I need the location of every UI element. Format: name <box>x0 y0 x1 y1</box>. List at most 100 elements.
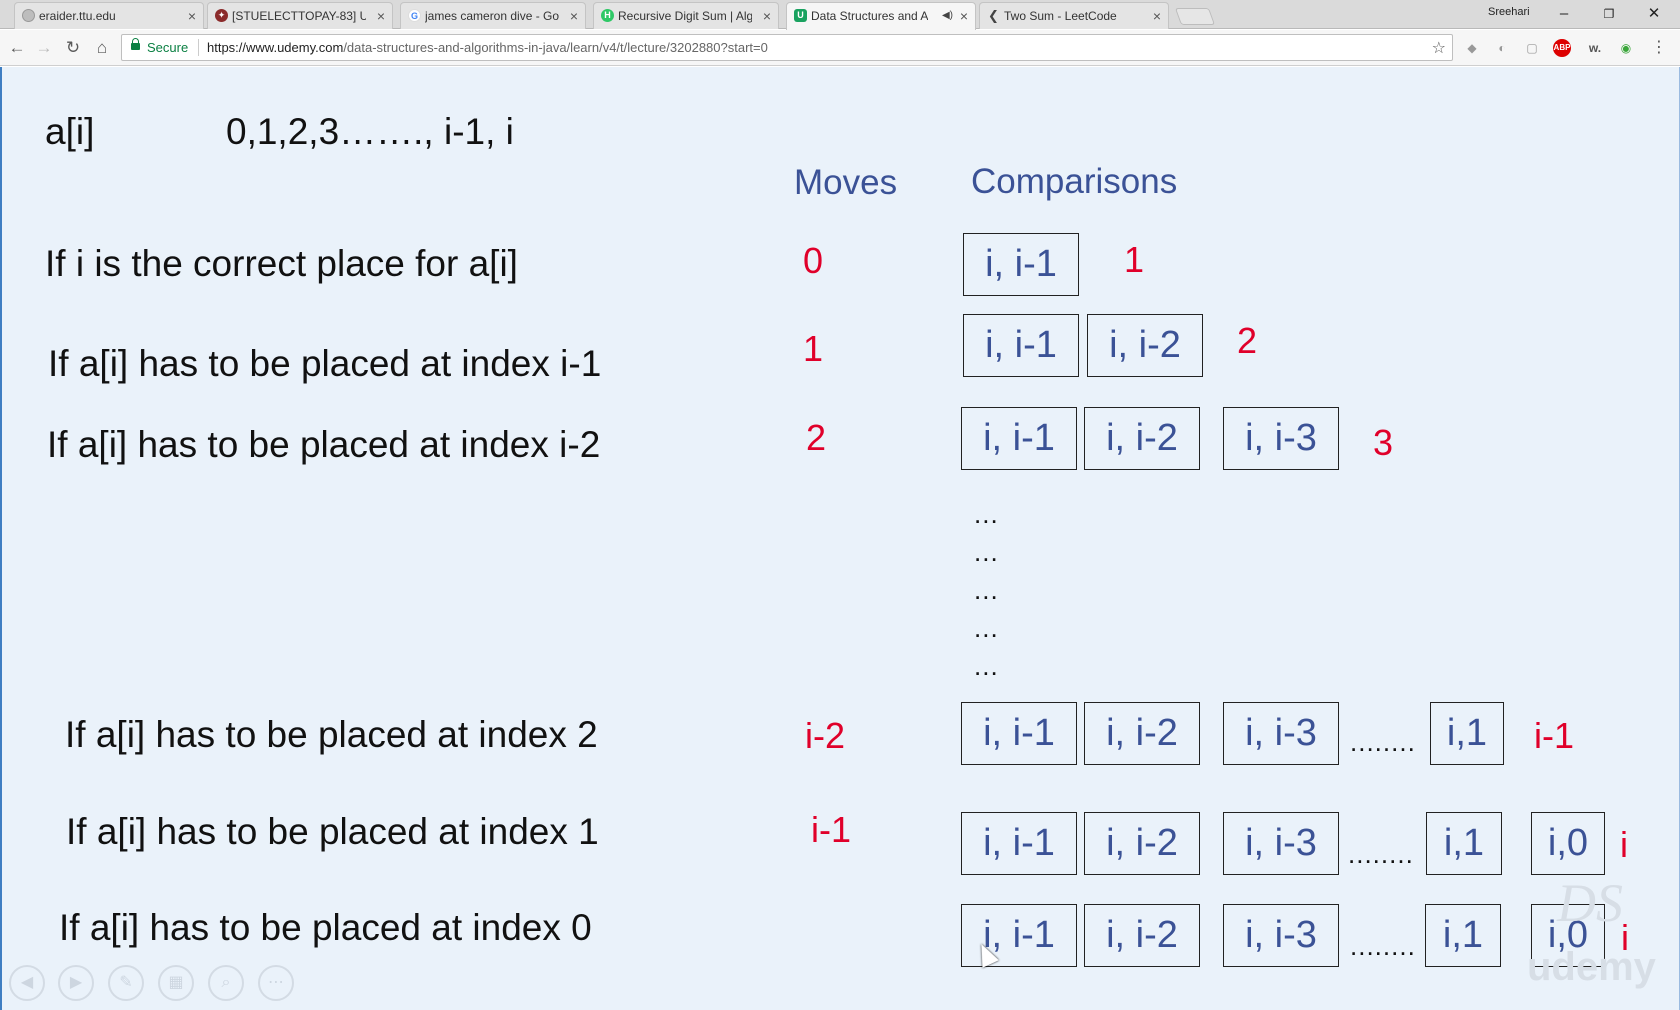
moves-value: 1 <box>803 328 824 369</box>
comparison-box: i,1 <box>1430 702 1504 765</box>
bookmark-star-icon[interactable]: ☆ <box>1432 38 1446 58</box>
slide-title: a[i] <box>45 111 95 152</box>
comparison-box: i, i-2 <box>1087 314 1203 377</box>
tab-jira[interactable]: ✦ [STUELECTTOPAY-83] Us × <box>207 2 393 29</box>
row-text: If a[i] has to be placed at index 2 <box>65 714 598 755</box>
close-icon[interactable]: × <box>188 3 196 29</box>
new-tab-button[interactable] <box>1174 8 1216 25</box>
comparison-box: i, i-1 <box>961 407 1077 470</box>
comparison-box: i, i-1 <box>961 702 1077 765</box>
extension-icon[interactable]: ◆ <box>1463 39 1481 57</box>
moves-value: i-1 <box>811 809 852 850</box>
profile-name[interactable]: Sreehari <box>1488 6 1530 18</box>
leetcode-favicon: ❮ <box>988 8 999 23</box>
tab-hackerrank[interactable]: H Recursive Digit Sum | Alg × <box>593 2 779 29</box>
ellipsis: ........ <box>1348 839 1414 869</box>
close-icon[interactable]: × <box>960 3 968 29</box>
moves-header: Moves <box>794 163 898 202</box>
ellipsis: ........ <box>1350 931 1416 961</box>
course-logo-watermark: DS <box>1557 873 1623 933</box>
comparison-count: i-1 <box>1534 715 1575 756</box>
play-icon[interactable]: ▶ <box>58 965 94 1001</box>
comparison-box: i, i-3 <box>1223 702 1339 765</box>
extension-icon[interactable]: ▢ <box>1523 39 1541 57</box>
hackerrank-favicon: H <box>601 9 614 22</box>
prev-icon[interactable]: ◀ <box>9 965 45 1001</box>
comparison-box: i, i-3 <box>1223 407 1339 470</box>
speaker-icon[interactable]: ◀) <box>942 3 953 29</box>
jira-favicon: ✦ <box>215 9 228 22</box>
adblock-icon[interactable]: ABP <box>1553 39 1571 57</box>
tab-title: eraider.ttu.edu <box>39 9 116 23</box>
ellipsis: ... <box>974 613 999 643</box>
comparison-box: i, i-2 <box>1084 407 1200 470</box>
lecture-slide: a[i] 0,1,2,3……., i-1, i Moves Comparison… <box>0 67 1680 1010</box>
gallery-icon[interactable]: ▦ <box>158 965 194 1001</box>
moves-value: i-2 <box>805 715 846 756</box>
minimize-icon[interactable]: – <box>1542 2 1586 26</box>
comparison-box: i,0 <box>1531 812 1605 875</box>
tab-title: james cameron dive - Go <box>425 9 559 23</box>
reload-icon[interactable]: ↻ <box>61 36 85 60</box>
tab-eraider[interactable]: eraider.ttu.edu × <box>14 2 204 29</box>
more-icon[interactable]: ⋯ <box>258 965 294 1001</box>
ttu-favicon <box>22 9 35 22</box>
comparison-count: i <box>1620 824 1628 865</box>
tab-google[interactable]: G james cameron dive - Go × <box>400 2 586 29</box>
ellipsis: ........ <box>1350 727 1416 757</box>
close-icon[interactable]: × <box>377 3 385 29</box>
pen-icon[interactable]: ✎ <box>108 965 144 1001</box>
udemy-favicon: U <box>794 9 807 22</box>
comparison-box: i,1 <box>1425 904 1501 967</box>
secure-label: Secure <box>147 40 189 55</box>
home-icon[interactable]: ⌂ <box>90 36 114 60</box>
tab-title: Two Sum - LeetCode <box>1004 9 1117 23</box>
lock-icon <box>131 38 140 50</box>
ellipsis: ... <box>974 651 999 681</box>
forward-icon[interactable]: → <box>32 36 56 60</box>
tab-title: Recursive Digit Sum | Alg <box>618 9 752 23</box>
comparison-count: 1 <box>1124 239 1145 280</box>
ellipsis: ... <box>974 537 999 567</box>
index-sequence: 0,1,2,3……., i-1, i <box>226 111 514 152</box>
comparisons-header: Comparisons <box>971 162 1178 201</box>
tab-title: Data Structures and A <box>811 9 929 23</box>
comparison-count: 3 <box>1373 422 1394 463</box>
moves-value: 0 <box>803 240 824 281</box>
ellipsis: ... <box>974 575 999 605</box>
window-close-icon[interactable]: ✕ <box>1632 2 1676 26</box>
tab-strip: eraider.ttu.edu × ✦ [STUELECTTOPAY-83] U… <box>0 0 1680 30</box>
menu-icon[interactable]: ⋮ <box>1650 39 1668 57</box>
comparison-count: 2 <box>1237 320 1258 361</box>
url-text[interactable]: https://www.udemy.com/data-structures-an… <box>207 40 768 55</box>
row-text: If a[i] has to be placed at index 1 <box>66 811 599 852</box>
moves-value: 2 <box>806 417 827 458</box>
close-icon[interactable]: × <box>1153 3 1161 29</box>
close-icon[interactable]: × <box>570 3 578 29</box>
comparison-box: i, i-2 <box>1084 702 1200 765</box>
comparison-box: i, i-1 <box>961 812 1077 875</box>
comparison-box: i, i-1 <box>963 314 1079 377</box>
extension-icon[interactable]: ◐ <box>1493 39 1511 57</box>
restore-icon[interactable]: ❐ <box>1587 2 1631 26</box>
extension-icon[interactable]: w. <box>1586 39 1604 57</box>
udemy-watermark: udemy <box>1527 945 1656 989</box>
divider <box>198 39 199 56</box>
google-favicon: G <box>408 9 421 22</box>
extension-icon[interactable]: ◉ <box>1617 39 1635 57</box>
ellipsis: ... <box>974 499 999 529</box>
comparison-box: i, i-1 <box>963 233 1079 296</box>
comparison-box: i, i-3 <box>1223 904 1339 967</box>
tab-title: [STUELECTTOPAY-83] Us <box>232 9 366 23</box>
address-bar[interactable]: Secure https://www.udemy.com/data-struct… <box>121 34 1453 61</box>
comparison-box: i, i-2 <box>1084 904 1200 967</box>
tab-udemy[interactable]: U Data Structures and A ◀) × <box>786 2 976 30</box>
comparison-box: i,1 <box>1426 812 1502 875</box>
zoom-icon[interactable]: ⌕ <box>208 965 244 1001</box>
tab-leetcode[interactable]: ❮ Two Sum - LeetCode × <box>979 2 1169 29</box>
row-text: If i is the correct place for a[i] <box>45 243 518 284</box>
row-text: If a[i] has to be placed at index i-1 <box>48 343 602 384</box>
row-text: If a[i] has to be placed at index i-2 <box>47 424 601 465</box>
close-icon[interactable]: × <box>763 3 771 29</box>
back-icon[interactable]: ← <box>5 36 29 60</box>
